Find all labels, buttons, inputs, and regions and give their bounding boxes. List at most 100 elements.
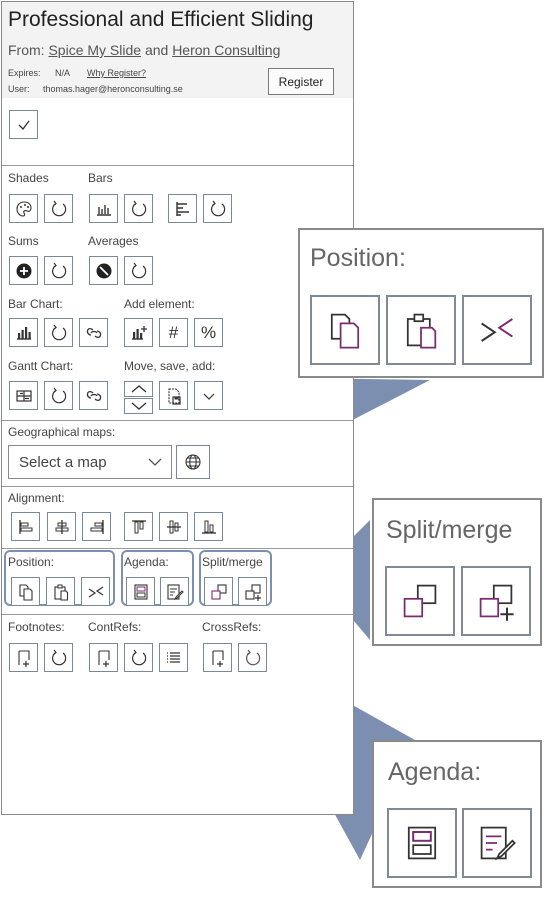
divider — [2, 420, 353, 421]
why-register-link[interactable]: Why Register? — [87, 68, 146, 78]
divider — [2, 486, 353, 487]
percent-button[interactable]: % — [194, 318, 223, 347]
palette-icon — [15, 200, 32, 217]
page-title: Professional and Efficient Sliding — [8, 8, 314, 31]
align-center-button[interactable] — [47, 512, 76, 541]
link-icon — [86, 390, 101, 401]
crossref-add-button[interactable] — [203, 643, 232, 672]
divider — [2, 548, 353, 549]
position-zoom-callout: Position: — [298, 228, 544, 378]
align-top-button[interactable] — [124, 512, 153, 541]
align-right-button[interactable] — [82, 512, 111, 541]
merge-zoom-button — [461, 566, 531, 636]
swap-icon — [481, 318, 513, 342]
swap-position-zoom-button — [462, 295, 532, 365]
heron-consulting-link[interactable]: Heron Consulting — [172, 42, 280, 58]
sums-refresh-button[interactable] — [44, 256, 73, 285]
user-value: thomas.hager@heronconsulting.se — [43, 84, 183, 94]
agenda-zoom-label: Agenda: — [388, 758, 482, 786]
crossref-refresh-button[interactable] — [238, 643, 267, 672]
move-save-add-label: Move, save, add: — [124, 359, 216, 373]
footnote-icon — [211, 649, 224, 667]
sums-label: Sums — [8, 234, 39, 248]
divider — [2, 614, 353, 615]
footnote-add-button[interactable] — [9, 643, 38, 672]
align-left-icon — [18, 519, 32, 534]
footnote-refresh-button[interactable] — [44, 643, 73, 672]
down-chevron-icon — [131, 402, 146, 410]
refresh-icon — [51, 387, 66, 403]
align-bars-icon — [175, 201, 189, 216]
from-label: From: — [8, 42, 45, 58]
align-right-icon — [90, 519, 104, 534]
agenda-button[interactable] — [126, 577, 155, 606]
split-button[interactable] — [204, 577, 233, 606]
bar-chart-link-button[interactable] — [79, 318, 108, 347]
split-icon — [210, 583, 227, 600]
plus-circle-icon — [16, 263, 31, 278]
globe-icon — [185, 454, 201, 470]
shades-label: Shades — [8, 171, 49, 185]
split-zoom-button — [385, 566, 455, 636]
bars-refresh-button[interactable] — [124, 194, 153, 223]
add-in-panel: Professional and Efficient Sliding From:… — [1, 1, 354, 815]
contrefs-label: ContRefs: — [88, 620, 142, 634]
contref-refresh-button[interactable] — [124, 643, 153, 672]
paste-icon — [53, 584, 68, 601]
add-bar-icon — [131, 325, 147, 340]
and-text: and — [144, 42, 169, 58]
align-middle-icon — [166, 520, 181, 533]
split-merge-zoom-label: Split/merge — [386, 516, 513, 544]
bars-label: Bars — [88, 171, 113, 185]
save-button[interactable] — [159, 381, 188, 410]
check-button[interactable] — [9, 110, 38, 139]
align-left-button[interactable] — [11, 512, 40, 541]
gantt-link-button[interactable] — [79, 381, 108, 410]
add-dropdown-button[interactable] — [194, 381, 223, 410]
position-label: Position: — [8, 555, 55, 569]
refresh-icon — [51, 200, 66, 216]
gantt-chart-button[interactable] — [9, 381, 38, 410]
paste-position-button[interactable] — [46, 577, 75, 606]
averages-refresh-button[interactable] — [124, 256, 153, 285]
horizontal-bars-refresh-button[interactable] — [203, 194, 232, 223]
align-bottom-button[interactable] — [194, 512, 223, 541]
agenda-edit-zoom-button — [462, 808, 532, 878]
number-button[interactable]: # — [159, 318, 188, 347]
shades-button[interactable] — [9, 194, 38, 223]
copy-position-button[interactable] — [11, 577, 40, 606]
horizontal-bars-button[interactable] — [168, 194, 197, 223]
refresh-icon — [245, 649, 260, 665]
move-up-button[interactable] — [124, 381, 153, 397]
insert-map-button[interactable] — [176, 445, 210, 479]
add-bar-button[interactable] — [124, 318, 153, 347]
sums-button[interactable] — [9, 256, 38, 285]
no-circle-icon — [96, 263, 111, 278]
agenda-edit-button[interactable] — [160, 577, 189, 606]
move-down-button[interactable] — [124, 398, 153, 414]
swap-position-button[interactable] — [81, 577, 110, 606]
geo-maps-label: Geographical maps: — [8, 425, 116, 439]
shades-refresh-button[interactable] — [44, 194, 73, 223]
averages-button[interactable] — [89, 256, 118, 285]
agenda-edit-icon — [480, 826, 516, 861]
bar-chart-refresh-button[interactable] — [44, 318, 73, 347]
agenda-icon — [133, 583, 148, 600]
spice-my-slide-link[interactable]: Spice My Slide — [48, 42, 141, 58]
paste-position-zoom-button — [386, 295, 456, 365]
align-middle-button[interactable] — [159, 512, 188, 541]
gantt-refresh-button[interactable] — [44, 381, 73, 410]
merge-button[interactable] — [238, 577, 267, 606]
contref-add-button[interactable] — [89, 643, 118, 672]
merge-icon — [479, 584, 514, 621]
bars-button[interactable] — [89, 194, 118, 223]
bar-chart-button[interactable] — [9, 318, 38, 347]
register-button[interactable]: Register — [268, 68, 334, 95]
contref-list-button[interactable] — [159, 643, 188, 672]
agenda-label: Agenda: — [124, 555, 169, 569]
split-merge-zoom-callout: Split/merge — [372, 498, 542, 646]
bar-chart-icon — [96, 204, 111, 216]
map-select[interactable]: Select a map — [8, 445, 172, 479]
split-merge-label: Split/merge — [202, 555, 263, 569]
chevron-down-icon — [203, 393, 214, 400]
